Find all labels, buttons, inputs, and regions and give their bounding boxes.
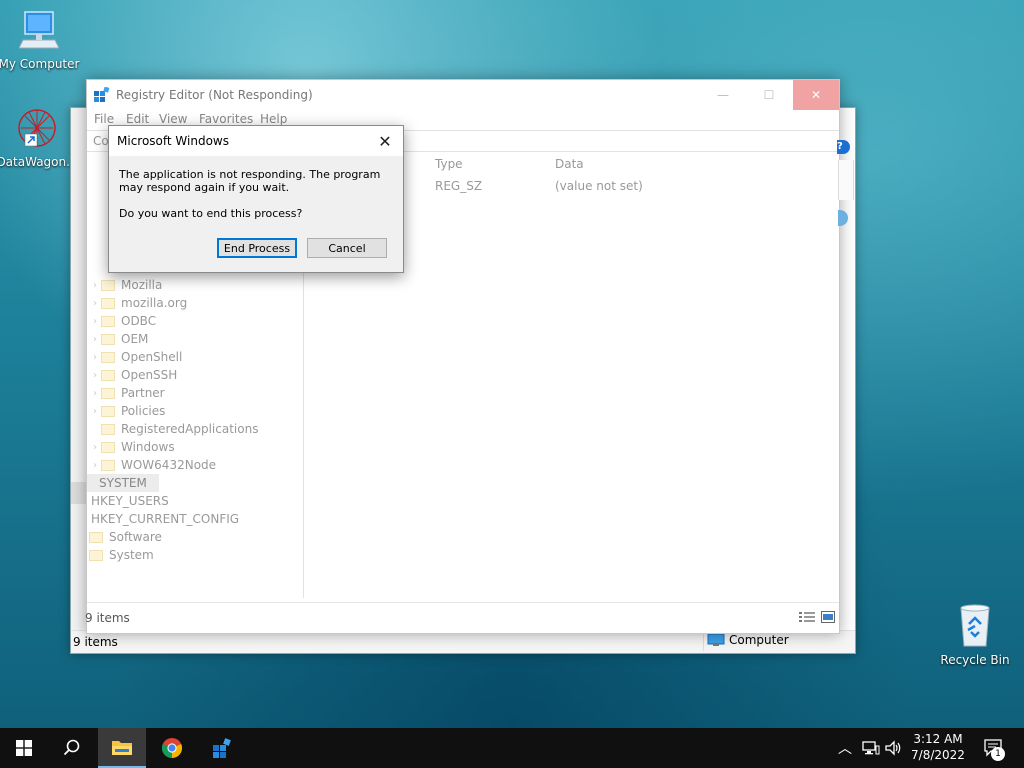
column-header-data[interactable]: Data [555, 157, 584, 171]
network-icon [862, 741, 880, 755]
menu-help[interactable]: Help [260, 112, 287, 126]
close-button[interactable]: ✕ [793, 80, 839, 110]
tree-vertical-scrollbar[interactable]: ⌄ [285, 572, 299, 598]
tree-item[interactable]: › Partner [89, 384, 165, 402]
not-responding-dialog[interactable]: Microsoft Windows ✕ The application is n… [108, 125, 404, 273]
folder-icon [101, 459, 115, 471]
tree-item[interactable]: › Policies [89, 402, 165, 420]
folder-icon [101, 441, 115, 453]
search-button[interactable] [48, 728, 96, 768]
taskbar-regedit[interactable] [198, 728, 246, 768]
regedit-icon [213, 738, 231, 758]
maximize-button[interactable]: ☐ [746, 80, 792, 110]
window-title: Registry Editor (Not Responding) [116, 88, 313, 102]
desktop-icon-my-computer[interactable]: My Computer [0, 10, 81, 71]
tree-item[interactable]: SYSTEM [87, 474, 159, 492]
datawagon-icon [18, 109, 56, 147]
tree-item[interactable]: › Mozilla [89, 276, 162, 294]
menu-edit[interactable]: Edit [126, 112, 149, 126]
tree-item[interactable]: › OpenSSH [89, 366, 177, 384]
status-item-count: 9 items [85, 611, 130, 625]
folder-icon [101, 297, 115, 309]
taskbar: ︿ 3:12 AM 7/8/2022 1 [0, 728, 1024, 768]
dialog-message: The application is not responding. The p… [119, 168, 381, 194]
explorer-location-label: Computer [729, 633, 789, 647]
folder-icon [101, 405, 115, 417]
desktop-icon-label: My Computer [0, 57, 80, 71]
computer-icon [18, 11, 60, 49]
desktop-icon-label: DataWagon... [0, 155, 78, 169]
notification-count-badge: 1 [991, 747, 1005, 761]
folder-icon [112, 741, 132, 755]
registry-editor-titlebar[interactable]: Registry Editor (Not Responding) — ☐ ✕ [87, 80, 839, 110]
registry-status-bar: 9 items [85, 602, 839, 633]
folder-icon [101, 369, 115, 381]
menu-view[interactable]: View [159, 112, 187, 126]
details-view-icon[interactable] [799, 611, 815, 623]
end-process-button[interactable]: End Process [217, 238, 297, 258]
taskbar-chrome[interactable] [148, 728, 196, 768]
explorer-location: Computer [707, 633, 789, 647]
tree-item[interactable]: › OpenShell [89, 348, 182, 366]
folder-icon [89, 531, 103, 543]
value-type[interactable]: REG_SZ [435, 179, 482, 193]
taskbar-clock[interactable]: 3:12 AM 7/8/2022 [904, 731, 972, 763]
address-text: Co [93, 134, 109, 148]
folder-icon [89, 478, 93, 489]
clock-date: 7/8/2022 [911, 748, 965, 762]
computer-icon [707, 633, 725, 646]
regedit-icon [94, 87, 110, 102]
desktop-icon-datawagon[interactable]: DataWagon... [0, 106, 79, 169]
window-edge-strip [838, 160, 854, 200]
tree-item[interactable]: RegisteredApplications [89, 420, 258, 438]
dialog-title: Microsoft Windows [117, 134, 229, 148]
dialog-question: Do you want to end this process? [119, 207, 303, 220]
value-data[interactable]: (value not set) [555, 179, 643, 193]
column-header-type[interactable]: Type [435, 157, 463, 171]
tree-item[interactable]: System [89, 546, 154, 564]
recycle-bin-icon [960, 604, 990, 647]
large-icons-view-icon[interactable] [821, 611, 835, 623]
dialog-close-button[interactable]: ✕ [373, 130, 397, 152]
desktop-icon-label: Recycle Bin [940, 653, 1010, 667]
folder-icon [101, 423, 115, 435]
desktop-icon-recycle-bin[interactable]: Recycle Bin [933, 602, 1017, 667]
volume-icon [885, 740, 901, 756]
search-icon [63, 739, 80, 756]
tree-item[interactable]: Software [89, 528, 162, 546]
network-tray-button[interactable] [862, 728, 880, 768]
tree-item[interactable]: › ODBC [89, 312, 156, 330]
chevron-up-icon: ︿ [838, 741, 852, 757]
chrome-icon [161, 738, 183, 759]
clock-time: 3:12 AM [913, 732, 963, 746]
windows-logo-icon [16, 740, 32, 756]
action-center-button[interactable]: 1 [982, 728, 1006, 768]
start-button[interactable] [0, 728, 48, 768]
volume-tray-button[interactable] [885, 728, 903, 768]
folder-icon [101, 279, 115, 291]
explorer-item-count: 9 items [73, 635, 118, 649]
tree-item[interactable]: HKEY_USERS [91, 492, 169, 510]
tree-item[interactable]: › OEM [89, 330, 148, 348]
folder-icon [101, 315, 115, 327]
minimize-button[interactable]: — [700, 80, 746, 110]
folder-icon [101, 387, 115, 399]
explorer-nav-strip [71, 108, 87, 633]
dialog-titlebar[interactable]: Microsoft Windows ✕ [109, 126, 403, 156]
tree-item[interactable]: › mozilla.org [89, 294, 187, 312]
tree-item[interactable]: › WOW6432Node [89, 456, 216, 474]
folder-icon [89, 549, 103, 561]
tree-item[interactable]: HKEY_CURRENT_CONFIG [91, 510, 239, 528]
cancel-button[interactable]: Cancel [307, 238, 387, 258]
folder-icon [101, 333, 115, 345]
show-hidden-icons-button[interactable]: ︿ [838, 728, 852, 768]
tree-item[interactable]: › Windows [89, 438, 175, 456]
menu-favorites[interactable]: Favorites [199, 112, 253, 126]
menu-file[interactable]: File [94, 112, 114, 126]
taskbar-file-explorer[interactable] [98, 728, 146, 768]
folder-icon [101, 351, 115, 363]
